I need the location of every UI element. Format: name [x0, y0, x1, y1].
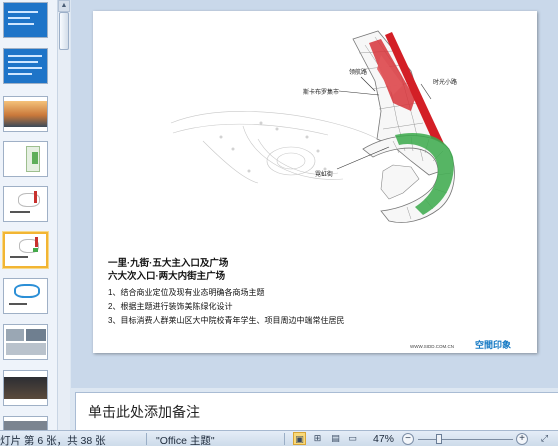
slide-thumbnail-pane: ▲: [0, 0, 70, 430]
status-divider: [146, 433, 147, 445]
footer-website: WWW.SIDD.COM.CN: [410, 344, 454, 349]
slide-thumbnail-10[interactable]: [3, 416, 48, 430]
slide-editing-area: 领航路 时光小路 斯卡布罗集市 霓虹街 一里·九街·五大主入口及广场 六大次入口…: [71, 0, 558, 388]
scrollbar-thumb[interactable]: [59, 12, 69, 50]
slide-thumbnail-8[interactable]: [3, 324, 48, 360]
slide-thumbnail-3[interactable]: [3, 96, 48, 132]
normal-view-icon[interactable]: ▣: [293, 432, 306, 445]
thumbnail-list: [0, 0, 56, 430]
slide-thumbnail-2[interactable]: [3, 48, 48, 84]
status-bar: 灯片 第 6 张，共 38 张 "Office 主题" ▣ ⊞ ▤ ▭ 47% …: [0, 430, 558, 446]
slide-bullet-2: 2、根据主题进行装饰美陈绿化设计: [108, 302, 233, 311]
zoom-slider-thumb[interactable]: [436, 434, 442, 444]
fit-to-window-icon[interactable]: ⤢: [538, 432, 551, 445]
slide-thumbnail-7[interactable]: [3, 278, 48, 314]
slideshow-view-icon[interactable]: ▭: [346, 432, 359, 445]
reading-view-icon[interactable]: ▤: [329, 432, 342, 445]
zoom-out-icon[interactable]: −: [402, 433, 414, 445]
status-divider: [284, 433, 285, 445]
slide-count-indicator: 灯片 第 6 张，共 38 张: [0, 435, 106, 446]
plan-label-right: 时光小路: [433, 80, 458, 86]
zoom-slider[interactable]: [418, 439, 513, 440]
plan-label-middle: 斯卡布罗集市: [303, 90, 340, 96]
slide-title-line-1: 一里·九街·五大主入口及广场: [108, 258, 229, 269]
zoom-in-icon[interactable]: +: [516, 433, 528, 445]
scroll-up-icon[interactable]: ▲: [58, 0, 70, 12]
slide-sorter-view-icon[interactable]: ⊞: [311, 432, 324, 445]
plan-label-top: 领航路: [349, 70, 368, 76]
slide-thumbnail-6[interactable]: [3, 232, 48, 268]
current-slide[interactable]: 领航路 时光小路 斯卡布罗集市 霓虹街 一里·九街·五大主入口及广场 六大次入口…: [93, 11, 537, 353]
theme-name[interactable]: "Office 主题": [156, 433, 215, 446]
slide-thumbnail-1[interactable]: [3, 2, 48, 38]
slide-thumbnail-4[interactable]: [3, 141, 48, 177]
thumbnail-scrollbar[interactable]: ▲: [57, 0, 70, 430]
slide-thumbnail-9[interactable]: [3, 370, 48, 406]
slide-bullet-1: 1、结合商业定位及现有业态明确各商场主题: [108, 288, 265, 297]
plan-label-bottom: 霓虹街: [315, 172, 334, 178]
slide-bullet-3: 3、目标消费人群莱山区大中院校青年学生、项目周边中端常住居民: [108, 316, 345, 325]
notes-placeholder[interactable]: 单击此处添加备注: [88, 402, 200, 422]
slide-title-line-2: 六大次入口·两大内街主广场: [108, 271, 226, 282]
zoom-level[interactable]: 47%: [373, 433, 394, 445]
slide-thumbnail-5[interactable]: [3, 186, 48, 222]
speaker-notes-pane[interactable]: 单击此处添加备注: [75, 392, 558, 430]
company-logo: 空間印象: [475, 340, 512, 350]
